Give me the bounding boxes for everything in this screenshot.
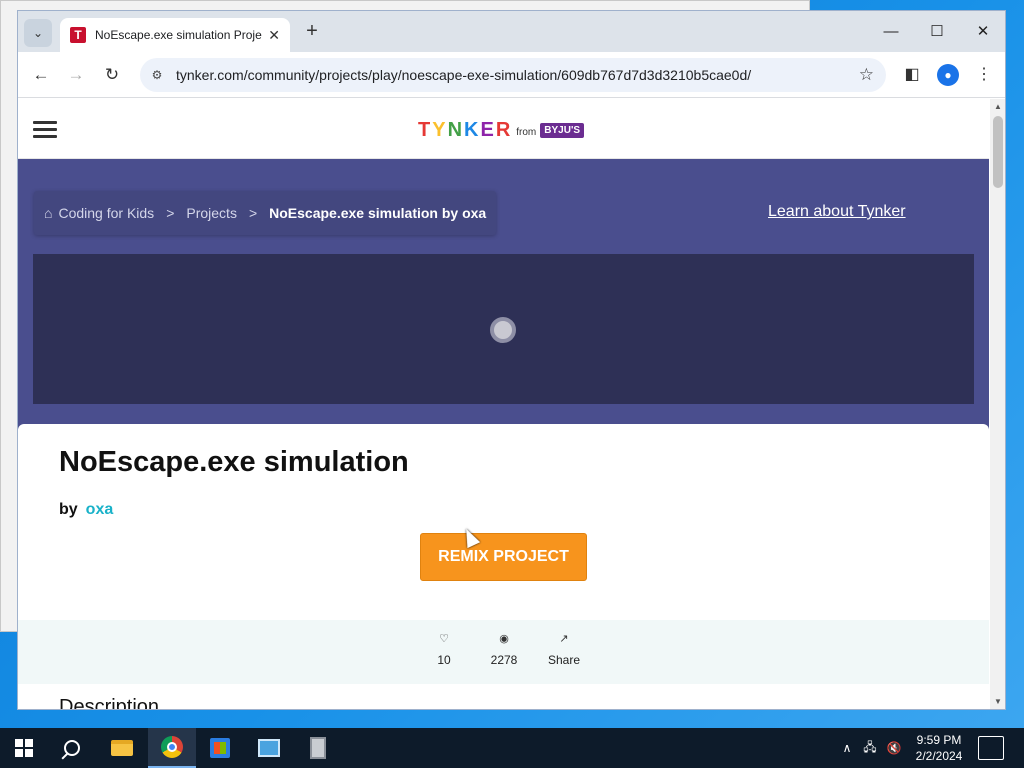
breadcrumb: ⌂ Coding for Kids > Projects > NoEscape.… xyxy=(34,191,497,235)
browser-toolbar: ← → ↻ ⚙ tynker.com/community/projects/pl… xyxy=(18,52,1005,98)
home-icon: ⌂ xyxy=(44,205,53,221)
menu-dots-icon[interactable]: ⋮ xyxy=(973,64,995,86)
profile-avatar-icon[interactable]: ● xyxy=(937,64,959,86)
minimize-button[interactable]: — xyxy=(868,19,914,45)
store-taskbar-button[interactable] xyxy=(196,728,244,768)
project-stats: ♡ 10 ◉ 2278 ↗ Share xyxy=(18,620,989,684)
breadcrumb-coding-for-kids[interactable]: Coding for Kids xyxy=(58,205,154,221)
tab-close-icon[interactable]: ✕ xyxy=(268,27,280,44)
remix-project-button[interactable]: REMIX PROJECT xyxy=(420,533,587,581)
author-line: by oxa xyxy=(59,501,113,519)
project-player[interactable] xyxy=(33,254,974,404)
network-icon[interactable]: 🖧 xyxy=(860,728,880,768)
side-panel-icon[interactable]: ◧ xyxy=(901,64,923,86)
notification-icon[interactable] xyxy=(978,736,1004,760)
hamburger-menu-icon[interactable] xyxy=(33,121,57,139)
breadcrumb-projects[interactable]: Projects xyxy=(186,205,237,221)
likes-stat[interactable]: ♡ 10 xyxy=(414,632,474,667)
windows-logo-icon xyxy=(15,739,33,757)
clock-date: 2/2/2024 xyxy=(915,749,963,763)
views-count: 2278 xyxy=(490,653,518,667)
forward-arrow-icon[interactable]: → xyxy=(65,64,87,86)
file-explorer-button[interactable] xyxy=(98,728,146,768)
tray-chevron-icon[interactable]: ∧ xyxy=(838,728,856,768)
maximize-button[interactable]: ☐ xyxy=(914,19,960,45)
tynker-favicon-icon: T xyxy=(70,27,86,43)
web-page: TYNKER from BYJU'S ⌂ Coding for Kids > P… xyxy=(18,99,989,710)
share-stat[interactable]: ↗ Share xyxy=(534,632,594,667)
byjus-badge: BYJU'S xyxy=(540,123,584,138)
breadcrumb-current: NoEscape.exe simulation by oxa xyxy=(269,205,487,221)
tab-title: NoEscape.exe simulation Proje xyxy=(95,28,262,42)
app-taskbar-button[interactable] xyxy=(294,728,342,768)
logo-wordmark: TYNKER xyxy=(418,119,513,141)
heart-icon: ♡ xyxy=(439,633,449,645)
site-info-icon[interactable]: ⚙ xyxy=(148,66,166,84)
logo-from: from xyxy=(516,127,537,138)
likes-count: 10 xyxy=(437,653,451,667)
views-stat: ◉ 2278 xyxy=(474,632,534,667)
page-scrollbar[interactable]: ▲ ▼ xyxy=(990,99,1005,709)
share-icon: ↗ xyxy=(559,633,569,645)
scroll-thumb[interactable] xyxy=(993,116,1003,188)
tab-search-button[interactable]: ⌄ xyxy=(24,19,52,47)
project-title: NoEscape.exe simulation xyxy=(59,446,409,478)
browser-window: ⌄ T NoEscape.exe simulation Proje ✕ + — … xyxy=(17,10,1006,710)
tynker-logo[interactable]: TYNKER from BYJU'S xyxy=(418,119,584,142)
app-icon xyxy=(310,737,326,759)
control-panel-icon xyxy=(258,739,280,757)
by-label: by xyxy=(59,501,78,518)
folder-icon xyxy=(111,740,133,756)
start-button[interactable] xyxy=(0,728,48,768)
bookmark-star-icon[interactable]: ☆ xyxy=(859,65,874,85)
system-clock[interactable]: 9:59 PM 2/2/2024 xyxy=(904,732,974,764)
site-header: TYNKER from BYJU'S xyxy=(18,99,989,159)
chrome-icon xyxy=(161,736,183,758)
search-button[interactable] xyxy=(48,728,96,768)
url-text[interactable]: tynker.com/community/projects/play/noesc… xyxy=(176,67,751,83)
taskbar: ∧ 🖧 🔇 9:59 PM 2/2/2024 xyxy=(0,728,1024,768)
learn-about-tynker-link[interactable]: Learn about Tynker xyxy=(768,203,906,221)
chrome-taskbar-button[interactable] xyxy=(148,728,196,768)
description-heading: Description xyxy=(59,696,160,710)
back-arrow-icon[interactable]: ← xyxy=(30,64,52,86)
author-link[interactable]: oxa xyxy=(86,501,114,518)
store-icon xyxy=(210,738,230,758)
reload-icon[interactable]: ↻ xyxy=(101,64,123,86)
tab-strip: ⌄ T NoEscape.exe simulation Proje ✕ + — … xyxy=(18,11,1005,52)
address-bar[interactable]: ⚙ tynker.com/community/projects/play/noe… xyxy=(140,58,886,92)
eye-icon: ◉ xyxy=(499,633,509,645)
share-label: Share xyxy=(547,653,581,667)
clock-time: 9:59 PM xyxy=(916,733,962,747)
volume-muted-icon[interactable]: 🔇 xyxy=(884,728,904,768)
scroll-up-arrow-icon[interactable]: ▲ xyxy=(993,102,1003,111)
control-panel-taskbar-button[interactable] xyxy=(245,728,293,768)
scroll-down-arrow-icon[interactable]: ▼ xyxy=(993,697,1003,706)
breadcrumb-separator: > xyxy=(166,205,175,221)
tab-active[interactable]: T NoEscape.exe simulation Proje ✕ xyxy=(60,18,290,52)
search-icon xyxy=(64,740,80,756)
close-window-button[interactable]: ✕ xyxy=(960,19,1005,45)
loading-spinner-icon xyxy=(490,317,516,343)
breadcrumb-separator: > xyxy=(248,205,258,221)
new-tab-button[interactable]: + xyxy=(302,21,322,41)
project-info-card: NoEscape.exe simulation by oxa REMIX PROJ… xyxy=(18,424,989,710)
